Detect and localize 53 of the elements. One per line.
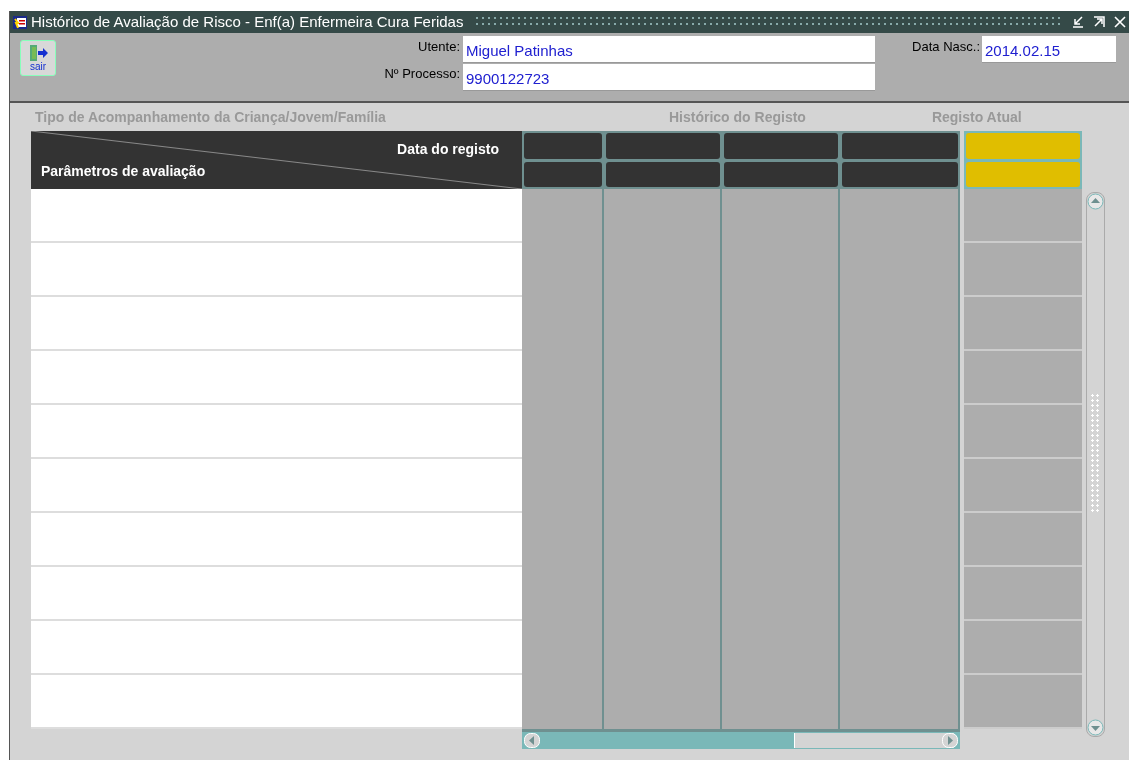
scroll-left-icon[interactable] (524, 733, 540, 748)
table-cell[interactable] (31, 243, 522, 297)
table-cell[interactable] (31, 351, 522, 405)
input-field[interactable]: 9900122723 (463, 64, 875, 91)
maximize-icon[interactable] (1092, 15, 1106, 29)
table-cell[interactable] (604, 675, 720, 729)
table-cell[interactable] (31, 675, 522, 729)
header-label: Data do registo (397, 140, 499, 159)
table-cell[interactable] (31, 513, 522, 567)
close-icon[interactable] (1113, 15, 1127, 29)
table-cell[interactable] (522, 675, 602, 729)
table-cell[interactable] (31, 459, 522, 513)
table-cell[interactable] (31, 405, 522, 459)
table-cell[interactable] (840, 675, 958, 729)
minimize-icon[interactable] (1071, 15, 1085, 29)
table-cell[interactable] (964, 513, 1082, 567)
window-title: Histórico de Avaliação de Risco - Enf(a) Enfermeira Cura Feridas (31, 11, 464, 32)
table-cell[interactable] (604, 189, 720, 243)
scroll-down-icon[interactable] (1087, 719, 1104, 736)
header-label: Parâmetros de avaliação (41, 162, 206, 181)
field-label: Utente: (417, 38, 460, 56)
table-cell[interactable] (722, 189, 838, 243)
table-cell[interactable] (964, 567, 1082, 621)
scroll-up-icon[interactable] (1087, 193, 1104, 210)
horizontal-scrollbar[interactable] (522, 729, 960, 749)
window-icon (12, 14, 28, 30)
table-cell[interactable] (722, 675, 838, 729)
table-cell[interactable] (31, 189, 522, 243)
exit-button[interactable]: sair (20, 40, 56, 76)
input-field[interactable]: 2014.02.15 (982, 36, 1116, 63)
table-cell[interactable] (964, 675, 1082, 729)
table-cell[interactable] (964, 189, 1082, 243)
table-cell[interactable] (31, 567, 522, 621)
table-cell[interactable] (964, 621, 1082, 675)
table-cell[interactable] (964, 297, 1082, 351)
table-cell[interactable] (964, 405, 1082, 459)
input-field[interactable]: Miguel Patinhas (463, 36, 875, 63)
table-cell[interactable] (964, 351, 1082, 405)
section-heading: Histórico do Registo (669, 107, 806, 127)
section-heading: Registo Atual (931, 107, 1022, 127)
table-cell[interactable] (840, 189, 958, 243)
scroll-right-icon[interactable] (942, 733, 958, 748)
table-cell[interactable] (522, 189, 602, 243)
table-cell[interactable] (964, 459, 1082, 513)
door-exit-icon (27, 44, 49, 62)
scroll-thumb-grip[interactable] (1090, 393, 1100, 513)
table-cell[interactable] (31, 297, 522, 351)
vertical-scrollbar[interactable] (1086, 192, 1105, 737)
table-cell[interactable] (964, 243, 1082, 297)
field-label: Data Nasc.: (911, 38, 980, 56)
section-heading: Tipo de Acompanhamento da Criança/Jovem/Família (35, 107, 387, 127)
table-cell[interactable] (31, 621, 522, 675)
field-label: Nº Processo: (383, 65, 460, 83)
